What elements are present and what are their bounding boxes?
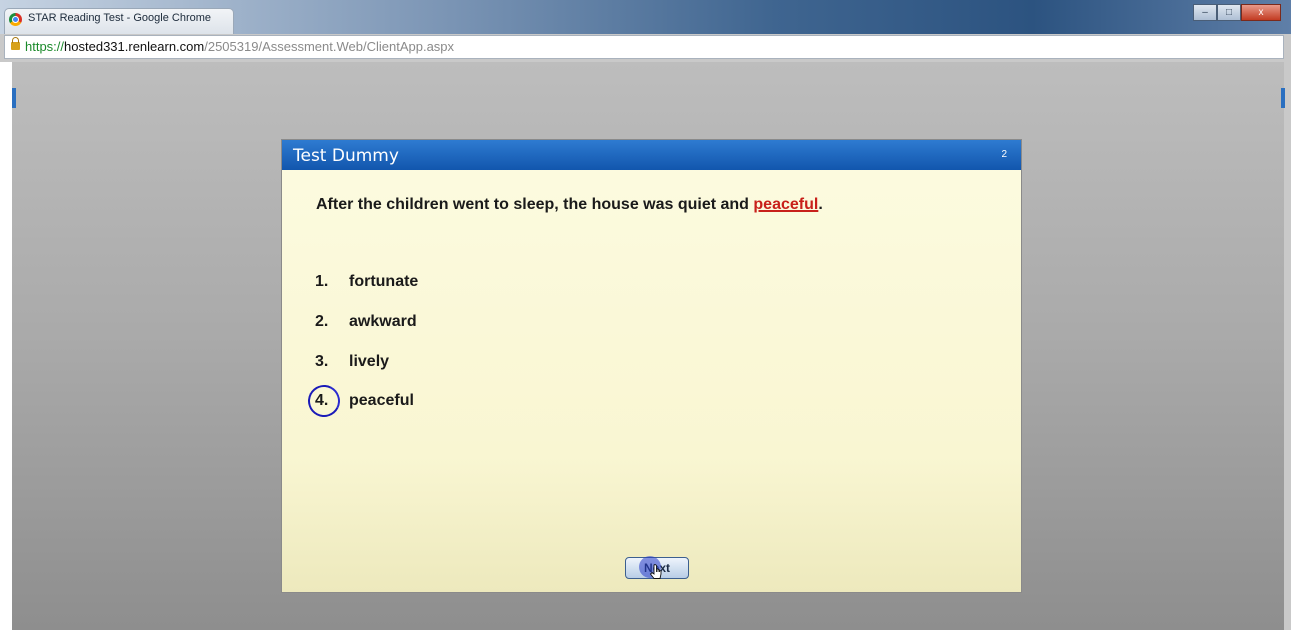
- window-title: STAR Reading Test - Google Chrome: [28, 12, 212, 24]
- url-text[interactable]: https://hosted331.renlearn.com/2505319/A…: [25, 39, 454, 54]
- page-left-margin: [0, 62, 12, 630]
- maximize-button[interactable]: □: [1217, 4, 1241, 21]
- choice-text: lively: [349, 353, 390, 370]
- url-path: /2505319/Assessment.Web/ClientApp.aspx: [204, 39, 455, 54]
- browser-window: STAR Reading Test - Google Chrome – □ x …: [0, 0, 1291, 630]
- choice-number: 2.: [315, 313, 329, 330]
- window-controls: – □ x: [1193, 4, 1281, 22]
- question-end: .: [818, 196, 823, 213]
- choice-number: 4.: [315, 392, 329, 409]
- choice-text: peaceful: [349, 392, 414, 409]
- url-host: hosted331.renlearn.com: [64, 39, 205, 54]
- right-edge-marker: [1281, 88, 1285, 108]
- title-bar: STAR Reading Test - Google Chrome – □ x: [0, 0, 1291, 34]
- panel-header: Test Dummy 2: [282, 140, 1021, 170]
- question-number: 2: [1001, 149, 1007, 160]
- url-scheme: https://: [25, 39, 65, 54]
- question-text: After the children went to sleep, the ho…: [316, 195, 836, 214]
- choice-number: 1.: [315, 273, 329, 290]
- choice-text: awkward: [349, 313, 417, 330]
- chrome-icon: [9, 13, 22, 26]
- test-question-panel: Test Dummy 2 After the children went to …: [282, 140, 1021, 592]
- choice-text: fortunate: [349, 273, 419, 290]
- minimize-button[interactable]: –: [1193, 4, 1217, 21]
- choice-number: 3.: [315, 353, 329, 370]
- student-name: Test Dummy: [293, 146, 399, 166]
- left-edge-marker: [12, 88, 16, 108]
- address-bar[interactable]: https://hosted331.renlearn.com/2505319/A…: [4, 35, 1284, 59]
- question-sentence: After the children went to sleep, the ho…: [316, 196, 754, 213]
- lock-icon: [11, 37, 20, 50]
- close-button[interactable]: x: [1241, 4, 1281, 21]
- mouse-cursor-icon: [649, 564, 662, 579]
- underlined-word: peaceful: [753, 196, 819, 213]
